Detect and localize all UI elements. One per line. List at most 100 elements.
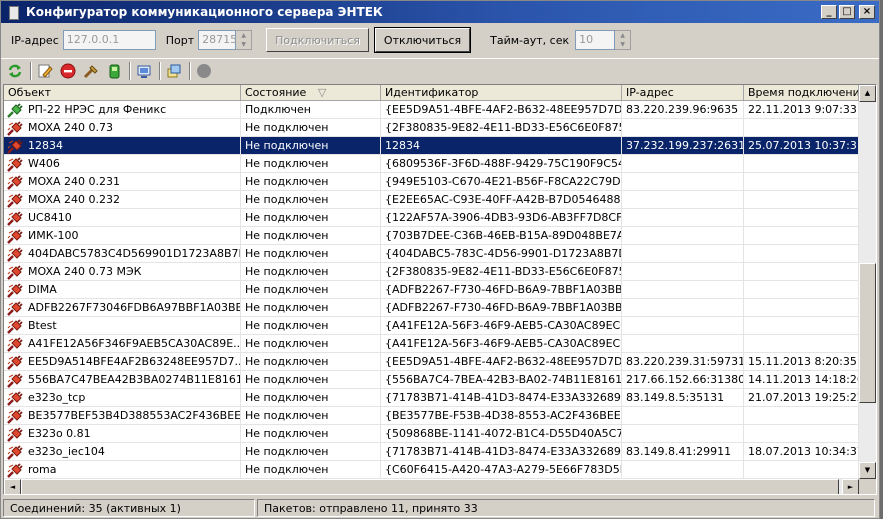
table-row[interactable]: BE3577BEF53B4D388553AC2F436BEE5! Не подкл…	[4, 407, 859, 425]
table-row[interactable]: РП-22 НРЭС для Феникс Подключен {EE5D9A51-…	[4, 101, 859, 119]
port-spinner[interactable]: 28715 ▲ ▼	[198, 30, 253, 50]
minimize-button[interactable]: _	[821, 5, 837, 19]
cell-ip	[622, 407, 744, 425]
vertical-scroll-thumb[interactable]	[859, 263, 876, 403]
table-row[interactable]: 404DABC5783C4D569901D1723A8B7D2 Не подклю…	[4, 245, 859, 263]
column-header-object[interactable]: Объект	[4, 85, 241, 101]
cell-ip	[622, 281, 744, 299]
table-row[interactable]: MOXA 240 0.232 Не подключен {E2EE65AC-C93E…	[4, 191, 859, 209]
table-row[interactable]: DIMA Не подключен {ADFB2267-F730-46FD-B6A9…	[4, 281, 859, 299]
cell-ip	[622, 335, 744, 353]
cell-object: UC8410	[4, 209, 241, 227]
cell-connection-time	[744, 119, 859, 137]
cell-object-label: DIMA	[28, 283, 57, 296]
cell-object: MOXA 240 0.232	[4, 191, 241, 209]
cell-object-label: W406	[28, 157, 60, 170]
spin-down-icon[interactable]: ▼	[615, 40, 630, 49]
horizontal-scroll-thumb[interactable]	[21, 479, 839, 494]
disconnect-button[interactable]: Отключиться	[373, 27, 472, 53]
title-bar[interactable]: Конфигуратор коммуникационного сервера Э…	[1, 1, 879, 23]
timeout-field[interactable]: 10	[575, 30, 616, 50]
table-row[interactable]: e323o_iec104 Не подключен {71783B71-414B-4…	[4, 443, 859, 461]
table-row[interactable]: ADFB2267F73046FDB6A97BBF1A03BBD Не подклю…	[4, 299, 859, 317]
cell-object: e323o_tcp	[4, 389, 241, 407]
cell-object-label: MOXA 240 0.73 МЭК	[28, 265, 142, 278]
column-header-identifier[interactable]: Идентификатор	[381, 85, 622, 101]
connect-button[interactable]: Подключиться	[266, 28, 369, 52]
plug-disconnected-icon	[7, 229, 23, 244]
cell-connection-time	[744, 281, 859, 299]
scroll-right-button[interactable]: ►	[842, 479, 859, 494]
network-icon[interactable]	[134, 61, 154, 81]
column-header-state[interactable]: Состояние ▽	[241, 85, 381, 101]
table-row[interactable]: EE5D9A514BFE4AF2B63248EE957D7... Не подкл…	[4, 353, 859, 371]
cell-object-label: E323o 0.81	[28, 427, 91, 440]
cell-connection-time: 18.07.2013 10:34:37	[744, 443, 859, 461]
cell-object: 12834	[4, 137, 241, 155]
cell-object: MOXA 240 0.73	[4, 119, 241, 137]
cell-state: Не подключен	[241, 155, 381, 173]
spin-down-icon[interactable]: ▼	[236, 40, 251, 49]
table-row[interactable]: MOXA 240 0.73 Не подключен {2F380835-9E82-…	[4, 119, 859, 137]
close-button[interactable]: ×	[859, 5, 875, 19]
table-row[interactable]: UC8410 Не подключен {122AF57A-3906-4DB3-93…	[4, 209, 859, 227]
cell-ip	[622, 227, 744, 245]
table-row[interactable]: A41FE12A56F346F9AEB5CA30AC89E... Не подкл…	[4, 335, 859, 353]
table-row[interactable]: e323o_tcp Не подключен {71783B71-414B-41D3…	[4, 389, 859, 407]
table-row[interactable]: W406 Не подключен {6809536F-3F6D-488F-9429…	[4, 155, 859, 173]
toolbar-separator	[129, 61, 131, 80]
timeout-label: Тайм-аут, сек	[490, 33, 570, 47]
config-icon[interactable]	[164, 61, 184, 81]
cell-ip	[622, 119, 744, 137]
device-icon[interactable]	[104, 61, 124, 81]
cell-state: Не подключен	[241, 245, 381, 263]
column-header-connection-time[interactable]: Время подключения	[744, 85, 859, 101]
spin-up-icon[interactable]: ▲	[236, 31, 251, 40]
scroll-up-button[interactable]: ▲	[859, 85, 876, 102]
spin-up-icon[interactable]: ▲	[615, 31, 630, 40]
stop-icon[interactable]	[194, 61, 214, 81]
table-row[interactable]: MOXA 240 0.231 Не подключен {949E5103-C670…	[4, 173, 859, 191]
table-row[interactable]: Btest Не подключен {A41FE12A-56F3-46F9-AEB…	[4, 317, 859, 335]
cell-ip	[622, 317, 744, 335]
cell-state: Подключен	[241, 101, 381, 119]
cell-object: EE5D9A514BFE4AF2B63248EE957D7...	[4, 353, 241, 371]
cell-ip: 37.232.199.237:2631	[622, 137, 744, 155]
scroll-down-button[interactable]: ▼	[859, 462, 876, 479]
vertical-scrollbar[interactable]: ▲ ▼	[859, 85, 876, 479]
cell-object-label: A41FE12A56F346F9AEB5CA30AC89E...	[28, 337, 241, 350]
cell-identifier: {2F380835-9E82-4E11-BD33-E56C6E0F8752}	[381, 263, 622, 281]
cell-identifier: {6809536F-3F6D-488F-9429-75C190F9C54F}	[381, 155, 622, 173]
cell-object: 556BA7C47BEA42B3BA0274B11E8161...	[4, 371, 241, 389]
cell-connection-time	[744, 173, 859, 191]
table-row[interactable]: 12834 Не подключен 12834 37.232.199.237:263…	[4, 137, 859, 155]
delete-icon[interactable]	[58, 61, 78, 81]
plug-disconnected-icon	[7, 391, 23, 406]
horizontal-scrollbar[interactable]: ◄ ►	[4, 479, 859, 494]
table-row[interactable]: roma Не подключен {C60F6415-A420-47A3-A279…	[4, 461, 859, 479]
cell-object: DIMA	[4, 281, 241, 299]
table-row[interactable]: ИМК-100 Не подключен {703B7DEE-C36B-46EB-B…	[4, 227, 859, 245]
cell-connection-time	[744, 227, 859, 245]
main-window: Конфигуратор коммуникационного сервера Э…	[0, 0, 880, 519]
cell-connection-time: 21.07.2013 19:25:22	[744, 389, 859, 407]
plug-disconnected-icon	[7, 301, 23, 316]
tools-icon[interactable]	[81, 61, 101, 81]
refresh-icon[interactable]	[5, 61, 25, 81]
cell-connection-time	[744, 209, 859, 227]
toolbar-separator	[30, 61, 32, 80]
status-packets: Пакетов: отправлено 11, принято 33	[257, 499, 875, 517]
edit-icon[interactable]	[35, 61, 55, 81]
cell-identifier: {122AF57A-3906-4DB3-93D6-AB3FF7D8CF5A}	[381, 209, 622, 227]
table-row[interactable]: E323o 0.81 Не подключен {509868BE-1141-407…	[4, 425, 859, 443]
scroll-left-button[interactable]: ◄	[4, 479, 21, 494]
maximize-button[interactable]: □	[839, 5, 855, 19]
timeout-spinner[interactable]: 10 ▲ ▼	[573, 30, 632, 50]
column-header-ip[interactable]: IP-адрес	[622, 85, 744, 101]
table-row[interactable]: MOXA 240 0.73 МЭК Не подключен {2F380835-9…	[4, 263, 859, 281]
port-label: Порт	[165, 33, 195, 47]
cell-object: ADFB2267F73046FDB6A97BBF1A03BBD	[4, 299, 241, 317]
port-field[interactable]: 28715	[198, 30, 237, 50]
ip-address-field[interactable]: 127.0.0.1	[62, 30, 156, 50]
table-row[interactable]: 556BA7C47BEA42B3BA0274B11E8161... Не подк…	[4, 371, 859, 389]
